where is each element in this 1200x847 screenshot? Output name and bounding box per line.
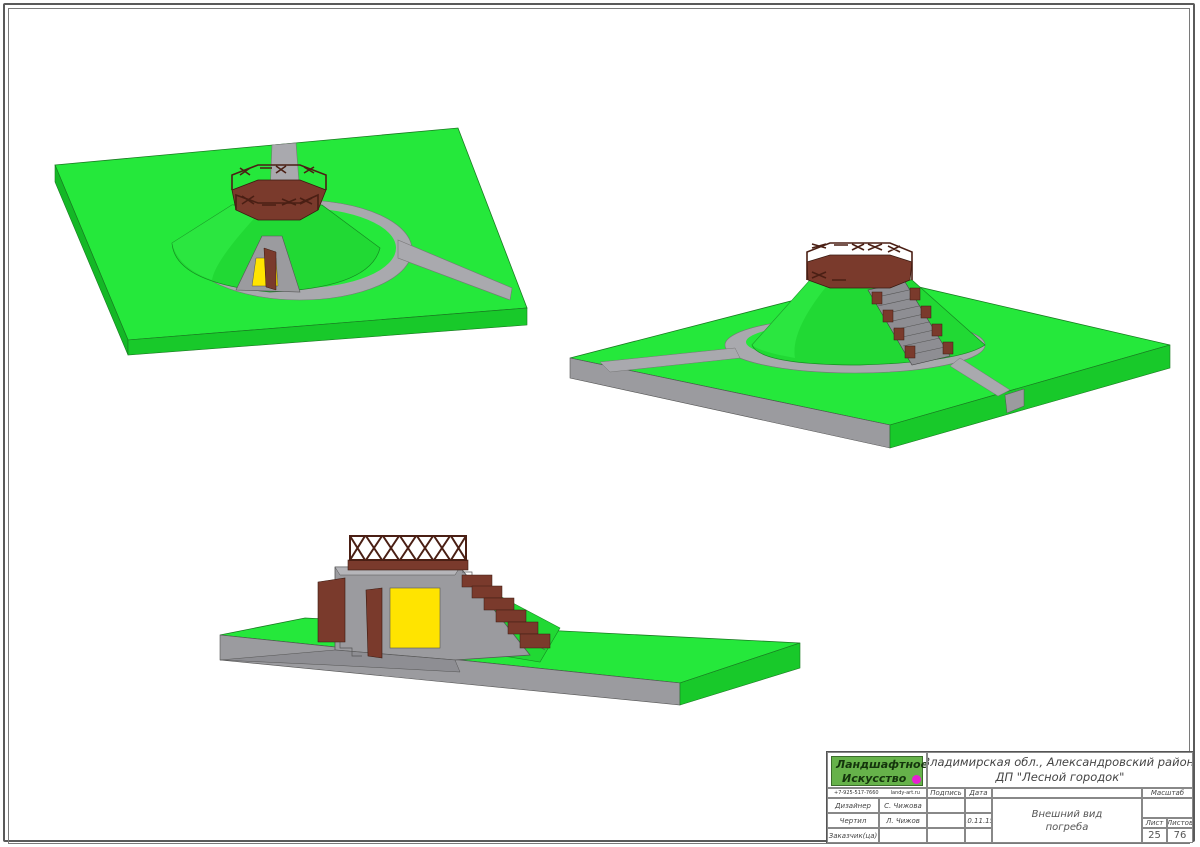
row-sign-drafter [927,813,965,828]
view-front-isometric [54,127,528,356]
sheet-title-line2: погреба [1045,821,1089,833]
website: landy-art.ru [890,790,920,796]
phone-number: +7-925-517-7660 [834,790,879,796]
header-date: Дата [965,788,992,798]
scale-value [1142,798,1193,818]
row-role-designer: Дизайнер [827,798,879,813]
view-stairs-isometric [569,242,1171,449]
contact-info: +7-925-517-7660 landy-art.ru [827,788,927,798]
company-logo: Ландшафтное Искусство [827,752,927,788]
logo-line2: Искусство [842,772,907,785]
logo-line1: Ландшафтное [836,758,927,771]
address-line1: Владимирская обл., Александровский район… [927,755,1193,769]
row-date-designer [965,798,992,813]
header-signature: Подпись [927,788,965,798]
logo-dot-icon [912,775,921,784]
header-sheets: Листов [1167,818,1193,828]
row-role-client: Заказчик(ца) [827,828,879,843]
drawing-canvas [54,127,1171,706]
row-name-designer: С. Чижова [879,798,927,813]
row-name-client [879,828,927,843]
row-date-drafter: 10.11.15 [965,813,992,828]
row-sign-designer [927,798,965,813]
sheet-number: 25 [1142,828,1167,843]
title-spacer [992,788,1142,798]
sheet-title-line1: Внешний вид [1031,808,1103,820]
header-sheet: Лист [1142,818,1167,828]
title-block: Ландшафтное Искусство Владимирская обл.,… [826,751,1193,843]
sheet-title: Внешний вид погреба [992,798,1142,843]
project-address: Владимирская обл., Александровский район… [927,752,1193,788]
row-date-client [965,828,992,843]
row-name-drafter: Л. Чижов [879,813,927,828]
row-role-drafter: Чертил [827,813,879,828]
sheet-total: 76 [1167,828,1193,843]
address-line2: ДП "Лесной городок" [995,770,1125,784]
header-scale: Масштаб [1142,788,1193,798]
row-sign-client [927,828,965,843]
view-cross-section [219,535,801,706]
